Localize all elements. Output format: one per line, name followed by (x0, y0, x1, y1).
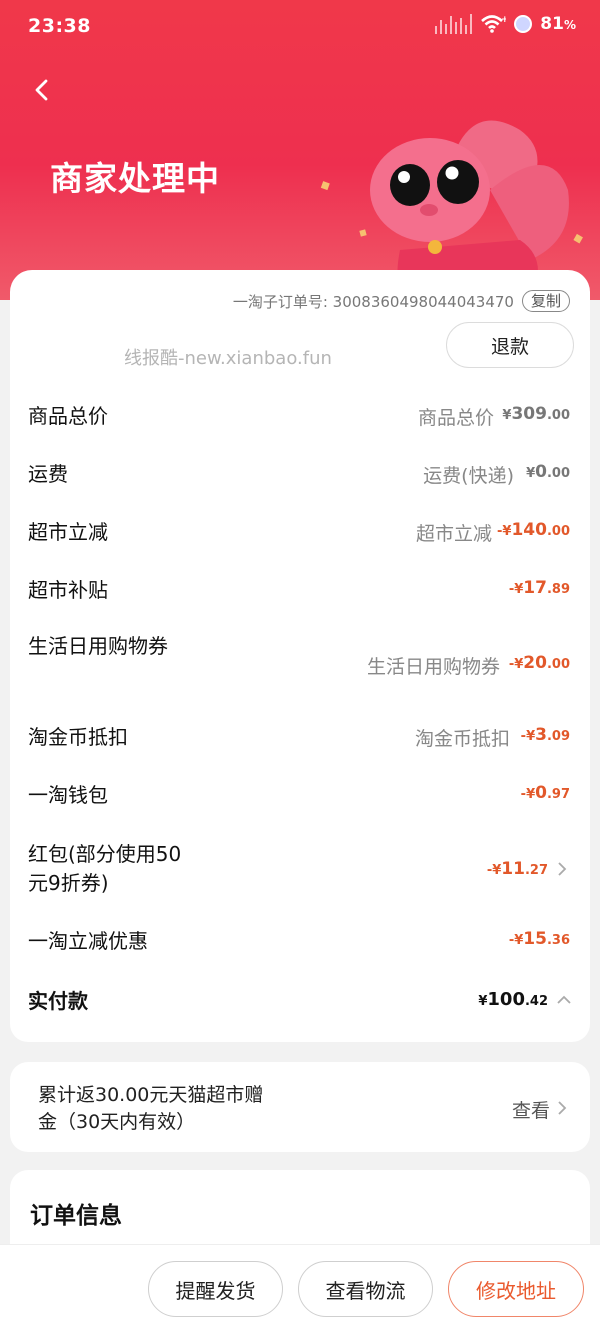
price-row-shipping: 运费 运费(快递) ¥0.00 (10, 446, 590, 504)
price-row-amount: -¥20.00 (508, 653, 570, 673)
rebate-view-link[interactable]: 查看 (512, 1096, 550, 1123)
page-title: 商家处理中 (50, 159, 220, 198)
price-row-label: 商品总价 (28, 404, 108, 428)
assistant-status-icon (514, 15, 533, 33)
chevron-right-icon (558, 1101, 567, 1115)
bottom-action-bar: 提醒发货 查看物流 修改地址 (0, 1244, 600, 1333)
price-row-red-packet[interactable]: 红包(部分使用50元9折券) -¥11.27 (10, 832, 590, 906)
status-bar: 23:38 + 81% (0, 0, 600, 56)
price-row-label: 红包(部分使用50元9折券) (28, 842, 182, 895)
price-row-sub: 商品总价 (417, 407, 494, 429)
price-row-yitao-discount: 一淘立减优惠 -¥15.36 (10, 913, 590, 971)
price-row-amount: -¥17.89 (508, 578, 570, 598)
chevron-up-icon (557, 995, 571, 1004)
back-arrow-icon[interactable] (26, 72, 62, 108)
price-row-daily-coupon: 生活日用购物券 生活日用购物券 -¥20.00 (10, 626, 590, 698)
payment-details-card: 一淘子订单号: 3008360498044043470 复制 线报酷-new.x… (10, 270, 590, 1042)
price-row-amount: -¥140.00 (497, 520, 570, 540)
status-time: 23:38 (28, 15, 91, 37)
price-row-label: 超市补贴 (28, 578, 108, 602)
price-row-label: 淘金币抵扣 (28, 725, 128, 749)
price-row-label: 超市立减 (28, 520, 108, 544)
watermark-text: 线报酷-new.xianbao.fun (124, 348, 332, 369)
signal-icon (435, 14, 473, 34)
price-row-amount: ¥0.00 (526, 462, 570, 482)
price-row-label: 生活日用购物券 (28, 634, 168, 658)
price-row-sub: 淘金币抵扣 (414, 728, 510, 750)
price-row-supermarket-subsidy: 超市补贴 -¥17.89 (10, 562, 590, 620)
chevron-right-icon (558, 862, 567, 876)
price-row-amount: ¥100.42 (478, 989, 548, 1010)
price-row-actual-paid[interactable]: 实付款 ¥100.42 (10, 973, 590, 1031)
price-row-sub: 生活日用购物券 (366, 656, 500, 678)
price-row-label: 实付款 (28, 989, 88, 1013)
price-row-amount: ¥309.00 (502, 404, 570, 424)
price-row-amount: -¥11.27 (486, 859, 548, 879)
rebate-card[interactable]: 累计返30.00元天猫超市赠金（30天内有效） 查看 (10, 1062, 590, 1152)
rebate-text: 累计返30.00元天猫超市赠金（30天内有效） (38, 1084, 264, 1133)
price-row-amount: -¥15.36 (508, 929, 570, 949)
price-row-amount: -¥3.09 (520, 725, 570, 745)
price-row-supermarket-discount: 超市立减 超市立减 -¥140.00 (10, 504, 590, 562)
wifi-icon: + (481, 15, 506, 33)
price-row-label: 运费 (28, 462, 68, 486)
refund-button[interactable]: 退款 (446, 322, 574, 368)
price-row-amount: -¥0.97 (520, 783, 570, 803)
modify-address-button[interactable]: 修改地址 (448, 1261, 584, 1317)
price-row-wallet: 一淘钱包 -¥0.97 (10, 767, 590, 825)
status-indicators: + 81% (435, 14, 576, 34)
order-info-title: 订单信息 (30, 1203, 122, 1229)
price-row-goods-total: 商品总价 商品总价 ¥309.00 (10, 388, 590, 446)
price-row-taojinbi: 淘金币抵扣 淘金币抵扣 -¥3.09 (10, 709, 590, 767)
svg-text:+: + (501, 15, 506, 25)
view-logistics-button[interactable]: 查看物流 (298, 1261, 433, 1317)
order-number-line: 一淘子订单号: 3008360498044043470 复制 (233, 290, 570, 312)
remind-shipping-button[interactable]: 提醒发货 (148, 1261, 283, 1317)
price-row-sub: 运费(快递) (423, 465, 514, 487)
price-row-label: 一淘钱包 (28, 783, 108, 807)
copy-order-number-button[interactable]: 复制 (521, 290, 570, 312)
header-banner: 23:38 + 81% 商家处理中 (0, 0, 600, 300)
price-row-label: 一淘立减优惠 (28, 929, 148, 953)
order-number: 一淘子订单号: 3008360498044043470 (232, 292, 514, 311)
price-row-sub: 超市立减 (415, 523, 492, 545)
battery-level: 81% (540, 14, 576, 34)
